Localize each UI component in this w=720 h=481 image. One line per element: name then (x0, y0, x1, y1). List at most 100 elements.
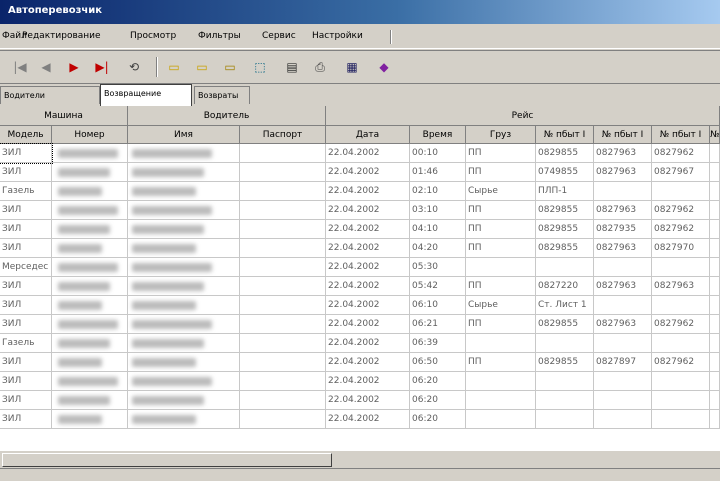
cell-name[interactable] (128, 372, 240, 391)
tab-drivers[interactable]: Водители (0, 86, 100, 104)
cell-time[interactable]: 04:10 (410, 220, 466, 239)
cell-time[interactable]: 06:50 (410, 353, 466, 372)
table-row[interactable]: ЗИЛ 22.04.2002 00:10 ПП 0829855 0827963 082796… (0, 143, 720, 164)
cell-n2[interactable] (594, 258, 652, 277)
cell-passport[interactable] (240, 239, 326, 258)
cell-passport[interactable] (240, 410, 326, 429)
cell-name[interactable] (128, 182, 240, 201)
cell-cargo[interactable]: Сырье (466, 296, 536, 315)
cell-n1[interactable] (536, 334, 594, 353)
cell-number[interactable] (52, 239, 128, 258)
cell-date[interactable]: 22.04.2002 (326, 353, 410, 372)
cell-n4[interactable] (710, 315, 720, 334)
cell-name[interactable] (128, 239, 240, 258)
cell-n1[interactable] (536, 391, 594, 410)
cell-n1[interactable]: 0829855 (536, 201, 594, 220)
horizontal-scrollbar[interactable] (0, 450, 720, 469)
cell-passport[interactable] (240, 334, 326, 353)
cell-model[interactable]: ЗИЛ (0, 391, 52, 410)
cell-model[interactable]: Газель (0, 334, 52, 353)
cell-model[interactable]: ЗИЛ (0, 220, 52, 239)
cell-number[interactable] (52, 182, 128, 201)
cell-n3[interactable]: 0827963 (652, 277, 710, 296)
table-row[interactable]: ЗИЛ 22.04.2002 06:20 (0, 372, 720, 391)
cell-n4[interactable] (710, 296, 720, 315)
cell-cargo[interactable]: ПП (466, 277, 536, 296)
cell-number[interactable] (52, 201, 128, 220)
cell-date[interactable]: 22.04.2002 (326, 220, 410, 239)
cell-number[interactable] (52, 258, 128, 277)
table-row[interactable]: ЗИЛ 22.04.2002 06:20 (0, 410, 720, 429)
cell-cargo[interactable] (466, 410, 536, 429)
table-row[interactable]: ЗИЛ 22.04.2002 03:10 ПП 0829855 0827963 082796… (0, 201, 720, 220)
cell-passport[interactable] (240, 277, 326, 296)
cell-date[interactable]: 22.04.2002 (326, 372, 410, 391)
cell-passport[interactable] (240, 201, 326, 220)
cell-model[interactable]: Газель (0, 182, 52, 201)
data-grid[interactable]: Машина Водитель Рейс Модель Номер Имя Па… (0, 106, 720, 450)
cell-model[interactable]: ЗИЛ (0, 163, 52, 182)
cell-n3[interactable]: 0827962 (652, 144, 710, 163)
cell-passport[interactable] (240, 220, 326, 239)
cell-n1[interactable]: 0829855 (536, 220, 594, 239)
cell-n2[interactable] (594, 182, 652, 201)
cell-n1[interactable]: 0829855 (536, 315, 594, 334)
calculator-button[interactable]: ▦ (342, 57, 362, 77)
cell-passport[interactable] (240, 182, 326, 201)
cell-passport[interactable] (240, 391, 326, 410)
cell-cargo[interactable] (466, 372, 536, 391)
cell-name[interactable] (128, 144, 240, 163)
cell-n2[interactable] (594, 334, 652, 353)
column-header-n1[interactable]: № пбыт I (536, 126, 594, 144)
table-row[interactable]: Газель 22.04.2002 02:10 Сырье ПЛП-1 (0, 182, 720, 201)
cell-n4[interactable] (710, 163, 720, 182)
cell-cargo[interactable]: ПП (466, 353, 536, 372)
cell-n1[interactable]: 0829855 (536, 353, 594, 372)
cell-model[interactable]: ЗИЛ (0, 239, 52, 258)
open-button[interactable]: ▭ (164, 57, 184, 77)
next-record-button[interactable]: ▶ (64, 57, 84, 77)
cell-n2[interactable]: 0827935 (594, 220, 652, 239)
cell-date[interactable]: 22.04.2002 (326, 201, 410, 220)
cell-n2[interactable]: 0827963 (594, 201, 652, 220)
cell-passport[interactable] (240, 163, 326, 182)
cell-name[interactable] (128, 220, 240, 239)
cell-cargo[interactable]: ПП (466, 144, 536, 163)
cell-n4[interactable] (710, 144, 720, 163)
print-button[interactable]: ⎙ (310, 57, 330, 77)
cell-n2[interactable] (594, 372, 652, 391)
cell-time[interactable]: 06:39 (410, 334, 466, 353)
cell-n1[interactable]: ПЛП-1 (536, 182, 594, 201)
cell-number[interactable] (52, 353, 128, 372)
document-button[interactable]: ▤ (282, 57, 302, 77)
cell-date[interactable]: 22.04.2002 (326, 277, 410, 296)
cell-passport[interactable] (240, 315, 326, 334)
cell-number[interactable] (52, 334, 128, 353)
network-button[interactable]: ⬚ (250, 57, 270, 77)
cell-number[interactable] (52, 410, 128, 429)
cell-n2[interactable] (594, 391, 652, 410)
cell-passport[interactable] (240, 296, 326, 315)
cell-n2[interactable]: 0827963 (594, 163, 652, 182)
cell-time[interactable]: 06:21 (410, 315, 466, 334)
cell-number[interactable] (52, 220, 128, 239)
cell-date[interactable]: 22.04.2002 (326, 239, 410, 258)
cell-n3[interactable] (652, 410, 710, 429)
cell-time[interactable]: 02:10 (410, 182, 466, 201)
tab-returning[interactable]: Возвращение (100, 84, 192, 106)
column-header-cargo[interactable]: Груз (466, 126, 536, 144)
cell-n2[interactable]: 0827963 (594, 277, 652, 296)
column-header-name[interactable]: Имя (128, 126, 240, 144)
cell-model[interactable]: ЗИЛ (0, 372, 52, 391)
cell-model[interactable]: ЗИЛ (0, 277, 52, 296)
cell-n2[interactable] (594, 410, 652, 429)
cell-model[interactable]: ЗИЛ (0, 410, 52, 429)
menu-view[interactable]: Просмотр (130, 31, 176, 41)
cell-n3[interactable]: 0827962 (652, 353, 710, 372)
table-row[interactable]: ЗИЛ 22.04.2002 01:46 ПП 0749855 0827963 082796… (0, 163, 720, 182)
cell-cargo[interactable]: Сырье (466, 182, 536, 201)
cell-cargo[interactable] (466, 391, 536, 410)
first-record-button[interactable]: |◀ (10, 57, 30, 77)
cell-n1[interactable]: 0829855 (536, 239, 594, 258)
cell-model[interactable]: ЗИЛ (0, 315, 52, 334)
